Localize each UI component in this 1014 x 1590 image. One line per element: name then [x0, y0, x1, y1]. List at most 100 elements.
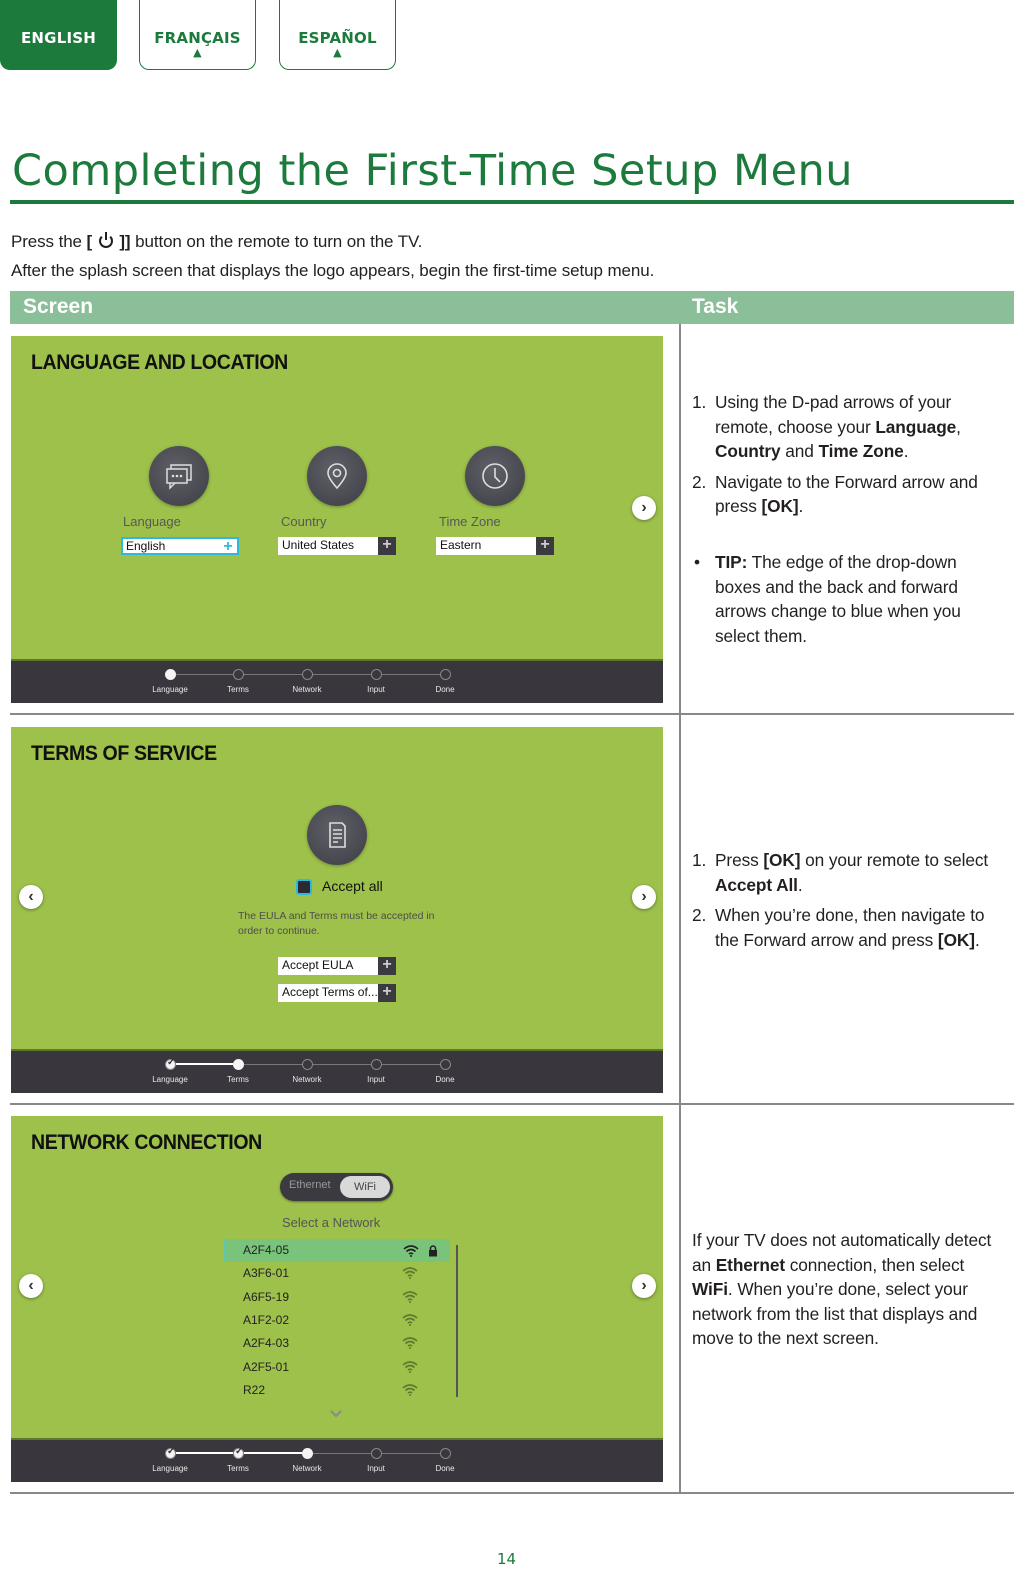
- intro-line-2: After the splash screen that displays th…: [11, 261, 655, 280]
- step-dot-terms: [233, 669, 244, 680]
- step-dot-input: [371, 669, 382, 680]
- header-screen: Screen: [23, 295, 94, 318]
- screen-title: LANGUAGE AND LOCATION: [31, 351, 288, 374]
- accept-eula-dropdown[interactable]: Accept EULA +: [278, 957, 396, 975]
- country-label: Country: [281, 514, 327, 529]
- text: and: [780, 441, 819, 462]
- tip-text: The edge of the drop-down boxes and the …: [715, 551, 961, 646]
- language-dropdown[interactable]: English +: [121, 537, 239, 555]
- timezone-dropdown[interactable]: Eastern +: [436, 537, 554, 555]
- network-item[interactable]: A2F5-01: [224, 1356, 450, 1379]
- step-connector: [244, 1064, 302, 1065]
- toggle-ethernet[interactable]: Ethernet: [289, 1179, 331, 1191]
- step-label-done: Done: [435, 1464, 455, 1473]
- tip: • TIP: The edge of the drop-down boxes an…: [692, 550, 997, 648]
- setup-stepper: Language Terms Network Input Done: [11, 1049, 663, 1093]
- tv-screen-terms: TERMS OF SERVICE Accept all The EULA and…: [11, 727, 663, 1093]
- back-arrow-button[interactable]: ‹: [19, 1274, 43, 1298]
- step-connector: [244, 674, 302, 675]
- header-task: Task: [692, 295, 739, 318]
- language-label: Language: [123, 514, 181, 529]
- step-connector: [313, 1064, 371, 1065]
- forward-arrow-button[interactable]: ›: [632, 496, 656, 520]
- task-language: 1. Using the D-pad arrows of your remote,…: [692, 390, 997, 648]
- wifi-signal-icon: [402, 1267, 418, 1282]
- power-icon: [98, 232, 113, 248]
- network-item[interactable]: A3F6-01: [224, 1262, 450, 1285]
- step-dot-terms: [233, 1446, 244, 1459]
- task-terms: 1. Press [OK] on your remote to select Ac…: [692, 848, 997, 958]
- step-dot-language: [165, 1446, 176, 1459]
- accept-terms-dropdown[interactable]: Accept Terms of... +: [278, 984, 396, 1002]
- accept-all-checkbox[interactable]: [296, 879, 312, 895]
- bracket-open: [: [86, 232, 93, 251]
- language-value: English: [126, 539, 166, 553]
- step-label-input: Input: [367, 1464, 385, 1473]
- step-connector: [313, 674, 371, 675]
- step-connector: [382, 674, 440, 675]
- network-scrollbar[interactable]: [456, 1245, 458, 1397]
- triangle-up-icon: ▲: [333, 46, 342, 59]
- step-connector: [382, 1064, 440, 1065]
- task-steps: 1. Using the D-pad arrows of your remote,…: [692, 390, 997, 519]
- step-connector: [382, 1453, 440, 1454]
- bold-text: [OK]: [761, 496, 799, 517]
- tab-espanol[interactable]: ESPAÑOL ▲: [279, 0, 396, 70]
- network-name: A3F6-01: [243, 1266, 290, 1281]
- network-item[interactable]: A1F2-02: [224, 1309, 450, 1332]
- country-dropdown[interactable]: United States +: [278, 537, 396, 555]
- step-number: 2.: [692, 471, 707, 492]
- text: .: [797, 874, 803, 895]
- text: .: [903, 441, 909, 462]
- network-item[interactable]: A2F4-03: [224, 1332, 450, 1355]
- step-dot-network: [302, 1448, 313, 1459]
- step-label-language: Language: [152, 1464, 188, 1473]
- accept-all-label: Accept all: [322, 878, 383, 894]
- intro-text: Press the: [11, 232, 87, 251]
- wifi-signal-icon: [403, 1245, 419, 1260]
- tab-english[interactable]: ENGLISH: [0, 0, 117, 70]
- intro-text: button on the remote to turn on the TV.: [130, 232, 423, 251]
- text: connection, then select: [785, 1254, 965, 1275]
- text: ,: [956, 416, 961, 437]
- column-divider: [679, 324, 681, 1494]
- text: . When you’re done, select your network …: [692, 1279, 978, 1349]
- task-step: 1. Using the D-pad arrows of your remote,…: [692, 390, 997, 464]
- plus-icon: +: [378, 984, 396, 1002]
- step-label-network: Network: [292, 685, 322, 694]
- tab-espanol-label: ESPAÑOL: [298, 29, 377, 47]
- step-label-network: Network: [292, 1075, 322, 1084]
- step-dot-done: [440, 1059, 451, 1070]
- tab-francais[interactable]: FRANÇAIS ▲: [139, 0, 256, 70]
- network-name: A2F4-03: [243, 1336, 290, 1351]
- network-name: A2F5-01: [243, 1359, 290, 1374]
- wifi-signal-icon: [402, 1384, 418, 1399]
- network-item[interactable]: A2F4-05: [224, 1239, 450, 1262]
- network-item[interactable]: A6F5-19: [224, 1286, 450, 1309]
- row-divider: [10, 713, 1014, 715]
- network-name: R22: [243, 1382, 266, 1397]
- connection-toggle[interactable]: Ethernet WiFi: [280, 1173, 393, 1201]
- step-dot-network: [302, 1059, 313, 1070]
- toggle-wifi[interactable]: WiFi: [340, 1176, 390, 1198]
- step-connector: [244, 1452, 302, 1454]
- back-arrow-button[interactable]: ‹: [19, 885, 43, 909]
- network-item[interactable]: R22: [224, 1379, 450, 1402]
- lock-icon: [428, 1245, 438, 1257]
- wifi-signal-icon: [402, 1337, 418, 1352]
- plus-icon: +: [536, 537, 554, 555]
- text: .: [974, 929, 980, 950]
- bold-text: Accept All: [715, 874, 798, 895]
- text: Press: [715, 850, 764, 870]
- forward-arrow-button[interactable]: ›: [632, 1274, 656, 1298]
- bold-text: Time Zone: [818, 441, 904, 462]
- step-dot-input: [371, 1448, 382, 1459]
- step-label-terms: Terms: [227, 685, 249, 694]
- forward-arrow-button[interactable]: ›: [632, 885, 656, 909]
- bracket-close: ]]: [119, 232, 131, 251]
- chevron-down-icon[interactable]: [329, 1406, 343, 1422]
- bold-text: Ethernet: [715, 1254, 786, 1275]
- plus-icon: +: [219, 539, 237, 555]
- tab-francais-label: FRANÇAIS: [154, 29, 241, 47]
- chat-bubbles-icon: [149, 446, 209, 506]
